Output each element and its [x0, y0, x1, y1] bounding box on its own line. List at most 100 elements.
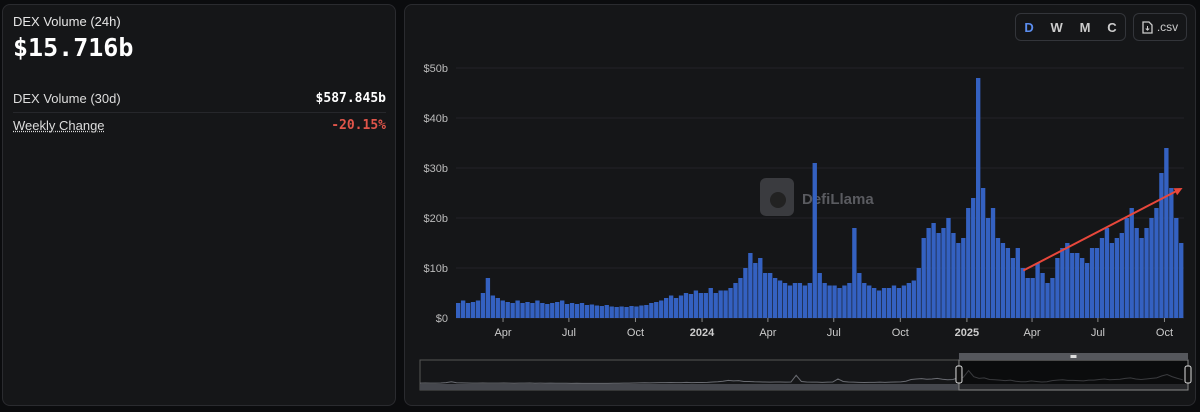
- volume-bar: [1084, 263, 1090, 318]
- volume-bar: [1144, 228, 1149, 318]
- volume-bar: [1179, 243, 1184, 318]
- volume-bar: [985, 218, 991, 318]
- volume-bar: [495, 298, 500, 318]
- volume-bar: [1094, 248, 1100, 318]
- volume-bar: [560, 300, 565, 318]
- volume-bar: [683, 293, 689, 318]
- volume-bar: [956, 243, 961, 318]
- x-tick-label: 2024: [690, 327, 715, 339]
- volume-bar: [1164, 148, 1169, 318]
- navigator-selection[interactable]: [958, 359, 1189, 391]
- volume-bar: [812, 163, 817, 318]
- navigator-handle[interactable]: [1184, 365, 1192, 384]
- volume-bar: [540, 303, 545, 318]
- volume-bar: [1050, 278, 1055, 318]
- volume-bar: [876, 290, 882, 318]
- volume-bar: [1015, 248, 1020, 318]
- volume-bar: [1045, 283, 1050, 318]
- y-tick-label: $10b: [424, 263, 448, 275]
- volume-bar: [1099, 238, 1105, 318]
- x-tick-label: Oct: [892, 327, 909, 339]
- volume-bar: [723, 290, 728, 318]
- volume-bar: [480, 293, 486, 318]
- volume-bar: [743, 268, 748, 318]
- volume-bar: [753, 263, 758, 318]
- volume-bar: [976, 78, 981, 318]
- volume-bar: [1169, 188, 1174, 318]
- volume-bar: [465, 303, 471, 318]
- volume-bar: [520, 303, 525, 318]
- volume-bar: [614, 307, 619, 318]
- volume-bar: [886, 288, 892, 318]
- volume-bar: [1005, 248, 1011, 318]
- volume-bar: [1109, 243, 1115, 318]
- volume-bar: [827, 285, 832, 318]
- volume-bar: [555, 302, 560, 318]
- volume-bar: [842, 285, 847, 318]
- y-tick-label: $50b: [424, 63, 448, 75]
- volume-bar: [1174, 218, 1179, 318]
- volume-bar: [921, 238, 926, 318]
- volume-bar: [1089, 248, 1095, 318]
- volume-bar: [530, 303, 535, 318]
- volume-bar: [862, 283, 867, 318]
- x-tick-label: Apr: [759, 327, 776, 339]
- volume-bar: [1025, 278, 1030, 318]
- volume-bar: [797, 283, 803, 318]
- volume-bar: [857, 273, 862, 318]
- volume-bar: [758, 258, 763, 318]
- x-tick-label: Apr: [494, 327, 511, 339]
- llama-logo-mark: [770, 192, 786, 208]
- scrollbar-grip-icon: [1070, 355, 1077, 358]
- volume-bar: [896, 288, 902, 318]
- volume-bar: [624, 307, 629, 318]
- volume-bar: [545, 304, 550, 318]
- navigator-handle[interactable]: [955, 365, 963, 384]
- volume-bar: [579, 303, 585, 318]
- volume-bar: [966, 208, 971, 318]
- volume-bar: [460, 300, 466, 318]
- y-tick-label: $0: [436, 313, 448, 325]
- volume-bar: [634, 306, 639, 318]
- volume-bar: [777, 280, 783, 318]
- volume-bar: [599, 306, 604, 318]
- volume-bar: [1055, 258, 1060, 318]
- volume-bar: [1020, 268, 1025, 318]
- volume-bar: [822, 283, 827, 318]
- volume-bar: [1129, 208, 1134, 318]
- volume-bar: [564, 304, 570, 318]
- volume-bar: [1159, 173, 1164, 318]
- volume-bar: [589, 304, 595, 318]
- volume-bar: [980, 188, 986, 318]
- volume-bar: [485, 278, 491, 318]
- defillama-watermark: DefiLlama: [760, 178, 874, 216]
- volume-bar: [693, 290, 699, 318]
- volume-bar: [1070, 253, 1075, 318]
- volume-bar: [654, 302, 659, 318]
- volume-bar: [688, 294, 694, 318]
- volume-bar: [936, 233, 941, 318]
- volume-bar: [951, 233, 956, 318]
- volume-bar: [698, 293, 704, 318]
- volume-bar: [1000, 243, 1006, 318]
- volume-bar: [817, 273, 822, 318]
- volume-bar: [1139, 238, 1144, 318]
- y-tick-label: $20b: [424, 213, 448, 225]
- volume-bar: [867, 285, 872, 318]
- volume-bar: [995, 238, 1001, 318]
- volume-bar: [901, 285, 907, 318]
- volume-bar: [807, 283, 812, 318]
- volume-bar: [733, 283, 738, 318]
- volume-bar: [792, 283, 798, 318]
- x-tick-label: Apr: [1023, 327, 1040, 339]
- volume-bar: [911, 280, 916, 318]
- volume-bar: [1040, 273, 1045, 318]
- volume-chart[interactable]: DefiLlama $0 $10b $20b $30b $40b $50b Apr Jul Oc…: [0, 0, 1200, 412]
- volume-bar: [1114, 238, 1120, 318]
- volume-bar: [594, 305, 600, 318]
- volume-bar: [768, 273, 773, 318]
- volume-bar: [604, 305, 609, 318]
- x-tick-label: 2025: [955, 327, 979, 339]
- volume-bar: [649, 303, 654, 318]
- x-tick-label: Oct: [1156, 327, 1173, 339]
